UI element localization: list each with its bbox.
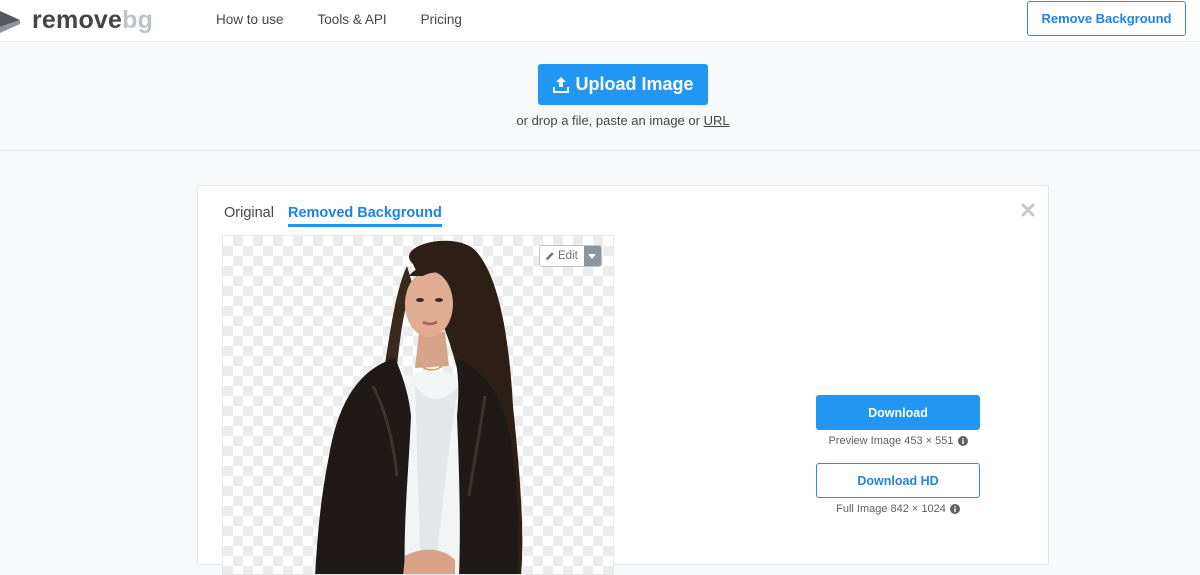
tab-removed-background[interactable]: Removed Background — [287, 205, 442, 227]
upload-image-label: Upload Image — [575, 74, 694, 94]
image-preview: Edit — [222, 235, 614, 575]
edit-button[interactable]: Edit — [540, 246, 584, 266]
result-tabs: Original Removed Background — [224, 205, 456, 227]
person-cutout-image — [315, 240, 523, 574]
download-button[interactable]: Download — [816, 395, 980, 430]
info-icon[interactable] — [949, 504, 960, 514]
close-icon[interactable] — [1020, 202, 1036, 218]
tab-original[interactable]: Original — [224, 205, 274, 227]
upload-image-button[interactable]: Upload Image — [538, 64, 708, 105]
drop-hint: or drop a file, paste an image or URL — [0, 113, 1200, 128]
logo-word-remove: remove — [32, 6, 123, 34]
upload-icon — [553, 76, 570, 93]
result-card: Original Removed Background Edit Downloa… — [197, 185, 1049, 575]
download-hd-button[interactable]: Download HD — [816, 463, 980, 498]
caret-down-icon — [588, 253, 597, 259]
top-navbar: removebg How to use Tools & API Pricing … — [0, 0, 1200, 42]
preview-image-caption: Preview Image 453 × 551 — [798, 435, 998, 447]
nav-link-pricing[interactable]: Pricing — [421, 12, 462, 27]
preview-image-text: Preview Image 453 × 551 — [828, 435, 954, 447]
logo-word-bg: bg — [122, 6, 154, 34]
logo-mark-icon — [0, 11, 20, 33]
edit-dropdown-toggle[interactable] — [583, 246, 601, 266]
url-link[interactable]: URL — [704, 113, 730, 128]
nav-links: How to use Tools & API Pricing — [216, 0, 496, 38]
edit-control-group: Edit — [539, 245, 602, 267]
drop-hint-text: or drop a file, paste an image or — [516, 113, 704, 128]
pencil-icon — [546, 252, 554, 260]
info-icon[interactable] — [957, 436, 968, 446]
logo-text: removebg — [32, 7, 153, 33]
upload-section: Upload Image or drop a file, paste an im… — [0, 43, 1200, 151]
nav-link-tools-api[interactable]: Tools & API — [318, 12, 387, 27]
edit-label: Edit — [558, 250, 578, 262]
nav-link-how-to-use[interactable]: How to use — [216, 12, 284, 27]
remove-background-button[interactable]: Remove Background — [1027, 1, 1186, 36]
full-image-caption: Full Image 842 × 1024 — [798, 503, 998, 515]
full-image-text: Full Image 842 × 1024 — [836, 503, 946, 515]
logo[interactable]: removebg — [0, 7, 153, 33]
